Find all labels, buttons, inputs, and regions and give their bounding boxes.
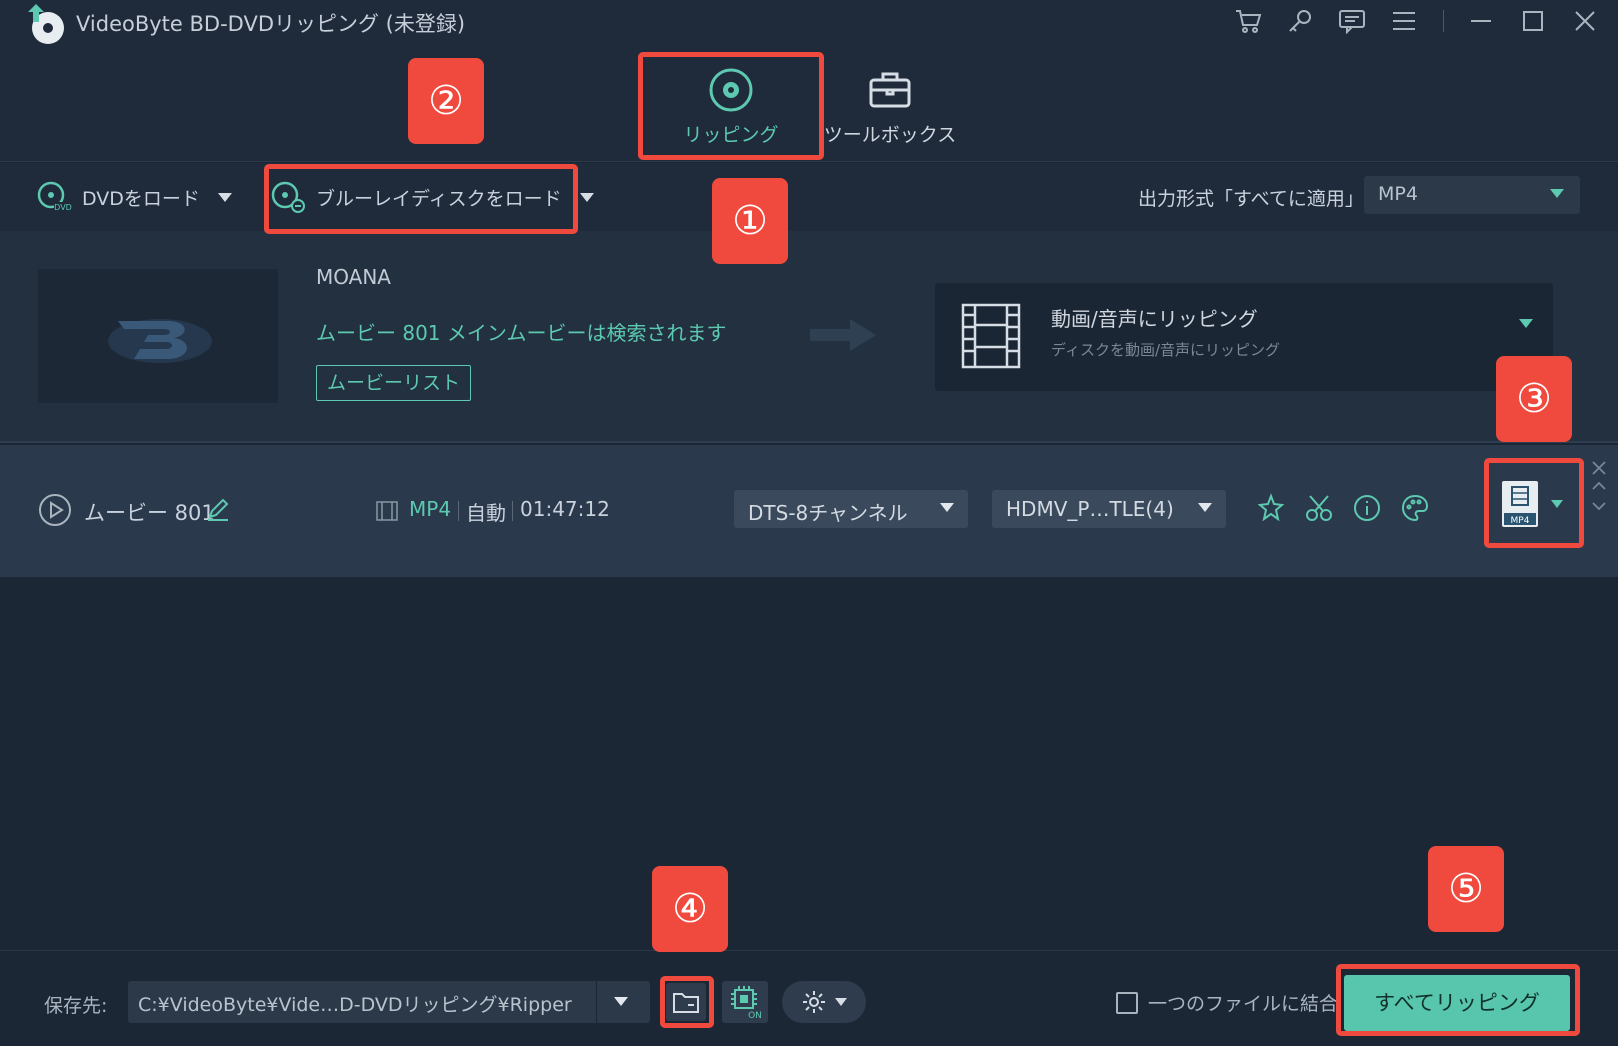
menu-icon[interactable] [1389, 6, 1419, 36]
tab-toolbox-label: ツールボックス [823, 124, 957, 146]
settings-button[interactable] [782, 981, 866, 1023]
close-icon[interactable] [1570, 6, 1600, 36]
title-row: ムービー 801 MP4 自動 01:47:12 DTS-8チャンネル HDMV… [0, 445, 1618, 577]
palette-icon[interactable] [1400, 493, 1430, 523]
title-separator [1443, 10, 1444, 32]
annotation-badge-3: ③ [1496, 356, 1572, 442]
highlight-load-bluray [264, 164, 578, 234]
disc-name: MOANA [316, 265, 391, 289]
maximize-icon[interactable] [1518, 6, 1548, 36]
toolbox-icon [866, 66, 914, 114]
chevron-down-icon [835, 998, 847, 1006]
chevron-down-icon [1550, 189, 1564, 198]
output-format-label: 出力形式「すべてに適用」: [1138, 188, 1371, 210]
film-icon [376, 501, 398, 521]
audio-track-select[interactable]: DTS-8チャンネル [734, 490, 968, 528]
chevron-down-icon[interactable] [614, 997, 628, 1006]
bluray-logo-icon [38, 269, 278, 403]
highlight-rip-all [1336, 964, 1580, 1036]
rip-mode-subtitle: ディスクを動画/音声にリッピング [1051, 341, 1281, 359]
cut-icon[interactable] [1304, 493, 1334, 523]
cpu-icon: ON [731, 986, 762, 1020]
title-name: ムービー 801 [84, 501, 215, 525]
key-icon[interactable] [1285, 6, 1315, 36]
chevron-down-icon [940, 503, 954, 512]
separator [458, 501, 459, 521]
save-location-label: 保存先: [44, 995, 108, 1017]
movie-list-button[interactable]: ムービーリスト [316, 365, 471, 401]
play-icon[interactable] [38, 493, 72, 527]
app-logo-icon [22, 2, 70, 46]
save-path-input[interactable]: C:¥VideoByte¥Vide…D-DVDリッピング¥Ripper [128, 981, 650, 1023]
disc-panel: MOANA ムービー 801 メインムービーは検索されます ムービーリスト 動画… [0, 231, 1618, 443]
output-format-select[interactable]: MP4 [1364, 176, 1580, 214]
rip-mode-title: 動画/音声にリッピング [1051, 307, 1258, 331]
merge-files-label: 一つのファイルに結合 [1148, 993, 1339, 1015]
annotation-badge-4: ④ [652, 866, 728, 952]
output-format-value: MP4 [1378, 183, 1418, 205]
app-title: VideoByte BD-DVDリッピング (未登録) [76, 12, 466, 36]
rip-mode-select[interactable]: 動画/音声にリッピング ディスクを動画/音声にリッピング [935, 283, 1553, 391]
audio-track-value: DTS-8チャンネル [748, 501, 908, 525]
hardware-acceleration-button[interactable]: ON [722, 981, 768, 1023]
annotation-badge-5: ⑤ [1428, 846, 1504, 932]
disc-info: ムービー 801 メインムービーは検索されます [316, 321, 727, 345]
svg-text:DVD: DVD [54, 203, 72, 212]
gear-icon [803, 991, 825, 1013]
cart-icon[interactable] [1233, 6, 1263, 36]
chevron-down-icon[interactable] [579, 192, 594, 202]
load-dvd-button[interactable]: DVD DVDをロード [36, 177, 232, 217]
subtitle-track-value: HDMV_P…TLE(4) [1006, 497, 1174, 521]
minimize-icon[interactable] [1466, 6, 1496, 36]
title-mode: 自動 [466, 501, 506, 525]
film-strip-icon [961, 303, 1021, 369]
subtitle-track-select[interactable]: HDMV_P…TLE(4) [992, 490, 1226, 528]
annotation-badge-1: ① [712, 178, 788, 264]
separator [596, 981, 597, 1023]
highlight-open-folder [660, 976, 714, 1028]
title-tools [1256, 493, 1448, 523]
highlight-ripping-tab [638, 52, 824, 160]
chevron-down-icon [1519, 319, 1533, 328]
highlight-output-format [1484, 458, 1584, 548]
window-controls [1211, 6, 1600, 36]
feedback-icon[interactable] [1337, 6, 1367, 36]
hw-badge: ON [748, 1011, 762, 1020]
annotation-badge-2: ② [408, 58, 484, 144]
arrow-right-icon [810, 315, 878, 355]
chevron-down-icon[interactable] [217, 192, 232, 202]
title-format: MP4 [409, 497, 452, 521]
tab-toolbox[interactable]: ツールボックス [805, 56, 975, 156]
chevron-down-icon [1198, 503, 1212, 512]
checkbox[interactable] [1116, 991, 1138, 1014]
row-side-controls [1590, 459, 1610, 519]
load-dvd-label: DVDをロード [82, 187, 200, 210]
info-icon[interactable] [1352, 493, 1382, 523]
merge-files-checkbox[interactable]: 一つのファイルに結合 [1116, 989, 1338, 1016]
separator [512, 501, 513, 521]
edit-icon[interactable] [206, 497, 230, 521]
title-duration: 01:47:12 [520, 497, 610, 521]
enhance-icon[interactable] [1256, 493, 1286, 523]
dvd-load-icon: DVD [36, 180, 74, 214]
